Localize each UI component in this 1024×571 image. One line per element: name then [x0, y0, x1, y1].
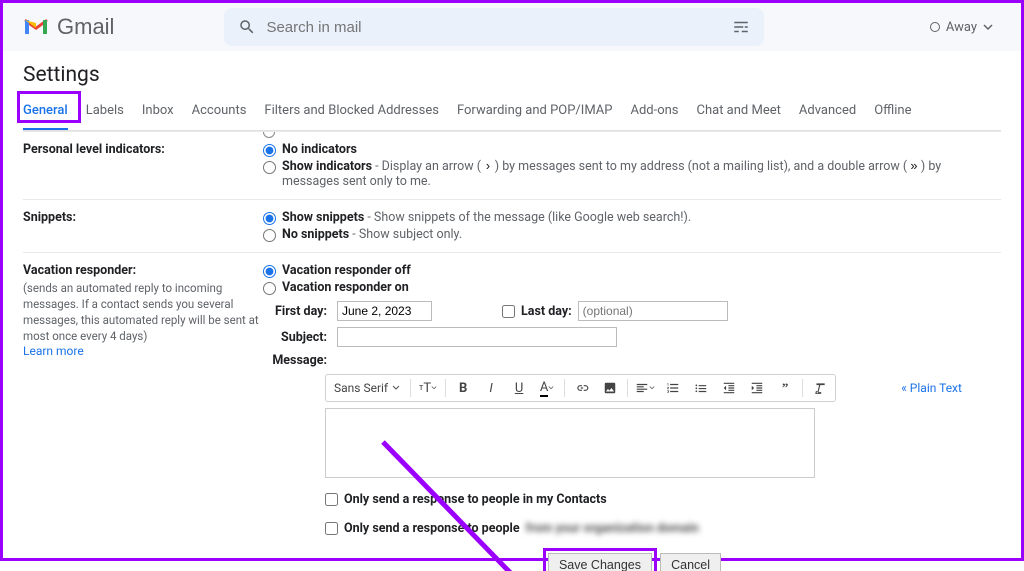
bold-button[interactable]: B [452, 377, 474, 399]
vacation-hint: (sends an automated reply to incoming me… [23, 280, 263, 344]
status-chip[interactable]: Away [930, 20, 993, 35]
radio-no-snippets[interactable] [263, 229, 276, 242]
text-color-button[interactable]: A [536, 377, 558, 399]
font-size-button[interactable]: тT [417, 377, 439, 399]
brand-text: Gmail [57, 14, 114, 40]
contacts-only-checkbox[interactable] [325, 493, 338, 506]
settings-body: Personal level indicators: No indicators… [23, 131, 1001, 571]
tab-inbox[interactable]: Inbox [142, 95, 174, 130]
last-day-checkbox[interactable] [502, 305, 515, 318]
bullet-list-button[interactable] [690, 377, 712, 399]
plain-text-link[interactable]: « Plain Text [901, 381, 962, 395]
chevron-down-icon [983, 22, 993, 32]
tab-accounts[interactable]: Accounts [192, 95, 247, 130]
blurred-text: from your organization domain [526, 521, 699, 536]
link-button[interactable] [571, 377, 593, 399]
underline-button[interactable]: U [508, 377, 530, 399]
indent-less-button[interactable] [718, 377, 740, 399]
tab-filters[interactable]: Filters and Blocked Addresses [264, 95, 439, 130]
editor-toolbar: Sans Serif тT B I U A [325, 374, 836, 402]
sec-label: Vacation responder: (sends an automated … [23, 263, 263, 571]
tab-labels[interactable]: Labels [86, 95, 124, 130]
italic-button[interactable]: I [480, 377, 502, 399]
image-button[interactable] [599, 377, 621, 399]
scroll-cutoff-row [263, 131, 275, 138]
row-org-only[interactable]: Only send a response to people from your… [325, 521, 1001, 536]
row-message: Message: [263, 353, 1001, 368]
section-vacation: Vacation responder: (sends an automated … [23, 253, 1001, 571]
cancel-button[interactable]: Cancel [660, 553, 721, 571]
link-icon [575, 381, 589, 395]
page-title: Settings [23, 63, 1001, 87]
image-icon [603, 381, 617, 395]
sec-label: Personal level indicators: [23, 142, 263, 191]
clear-format-button[interactable] [809, 377, 831, 399]
settings-tabs: General Labels Inbox Accounts Filters an… [23, 95, 1001, 131]
section-snippets: Snippets: Show snippets - Show snippets … [23, 200, 1001, 253]
chevron-down-icon [649, 385, 655, 391]
font-select[interactable]: Sans Serif [330, 377, 404, 399]
app-header: Gmail Away [3, 3, 1021, 51]
opt-show-indicators[interactable]: Show indicators - Display an arrow ( › )… [263, 159, 1001, 189]
annotation-highlight-save: Save Changes [543, 548, 657, 571]
org-only-checkbox[interactable] [325, 522, 338, 535]
actions-row: Save Changes Cancel [263, 548, 1001, 571]
search-icon [238, 18, 256, 36]
tab-addons[interactable]: Add-ons [630, 95, 678, 130]
indent-more-button[interactable] [746, 377, 768, 399]
sec-label: Snippets: [23, 210, 263, 244]
page-content: Settings General Labels Inbox Accounts F… [3, 51, 1021, 571]
search-bar[interactable] [224, 8, 764, 46]
first-day-input[interactable] [337, 301, 432, 321]
chevron-down-icon [392, 384, 400, 392]
status-label: Away [946, 20, 977, 35]
last-day-input[interactable] [578, 301, 728, 321]
opt-no-snippets[interactable]: No snippets - Show subject only. [263, 227, 1001, 242]
row-contacts-only[interactable]: Only send a response to people in my Con… [325, 492, 1001, 507]
opt-vacation-on[interactable]: Vacation responder on [263, 280, 1001, 295]
chevron-down-icon [431, 385, 437, 391]
opt-vacation-off[interactable]: Vacation responder off [263, 263, 1001, 278]
radio-vacation-off[interactable] [263, 265, 276, 278]
indent-less-icon [722, 381, 736, 395]
brand[interactable]: Gmail [23, 14, 114, 40]
learn-more-link[interactable]: Learn more [23, 344, 84, 358]
row-subject: Subject: [263, 327, 1001, 347]
clear-format-icon [813, 381, 827, 395]
radio-vacation-on[interactable] [263, 282, 276, 295]
tab-offline[interactable]: Offline [874, 95, 911, 130]
status-dot-icon [930, 22, 940, 32]
tab-advanced[interactable]: Advanced [799, 95, 856, 130]
subject-input[interactable] [337, 327, 617, 347]
opt-show-snippets[interactable]: Show snippets - Show snippets of the mes… [263, 210, 1001, 225]
row-dates: First day: Last day: [263, 301, 1001, 321]
numbered-list-button[interactable] [662, 377, 684, 399]
tune-icon[interactable] [732, 18, 750, 36]
numbered-list-icon [666, 381, 680, 395]
chevron-down-icon [548, 385, 554, 391]
tab-general[interactable]: General [23, 95, 68, 130]
save-changes-button[interactable]: Save Changes [548, 553, 652, 571]
radio-show-indicators[interactable] [263, 161, 276, 174]
quote-button[interactable]: ” [774, 377, 796, 399]
radio-no-indicators[interactable] [263, 144, 276, 157]
tab-chat[interactable]: Chat and Meet [697, 95, 781, 130]
message-editor[interactable] [325, 408, 815, 478]
bullet-list-icon [694, 381, 708, 395]
tab-forwarding[interactable]: Forwarding and POP/IMAP [457, 95, 613, 130]
align-icon [635, 381, 649, 395]
opt-no-indicators[interactable]: No indicators [263, 142, 1001, 157]
align-button[interactable] [634, 377, 656, 399]
section-personal-indicators: Personal level indicators: No indicators… [23, 132, 1001, 200]
search-input[interactable] [266, 19, 732, 36]
gmail-logo-icon [23, 17, 49, 37]
indent-more-icon [750, 381, 764, 395]
radio-show-snippets[interactable] [263, 212, 276, 225]
